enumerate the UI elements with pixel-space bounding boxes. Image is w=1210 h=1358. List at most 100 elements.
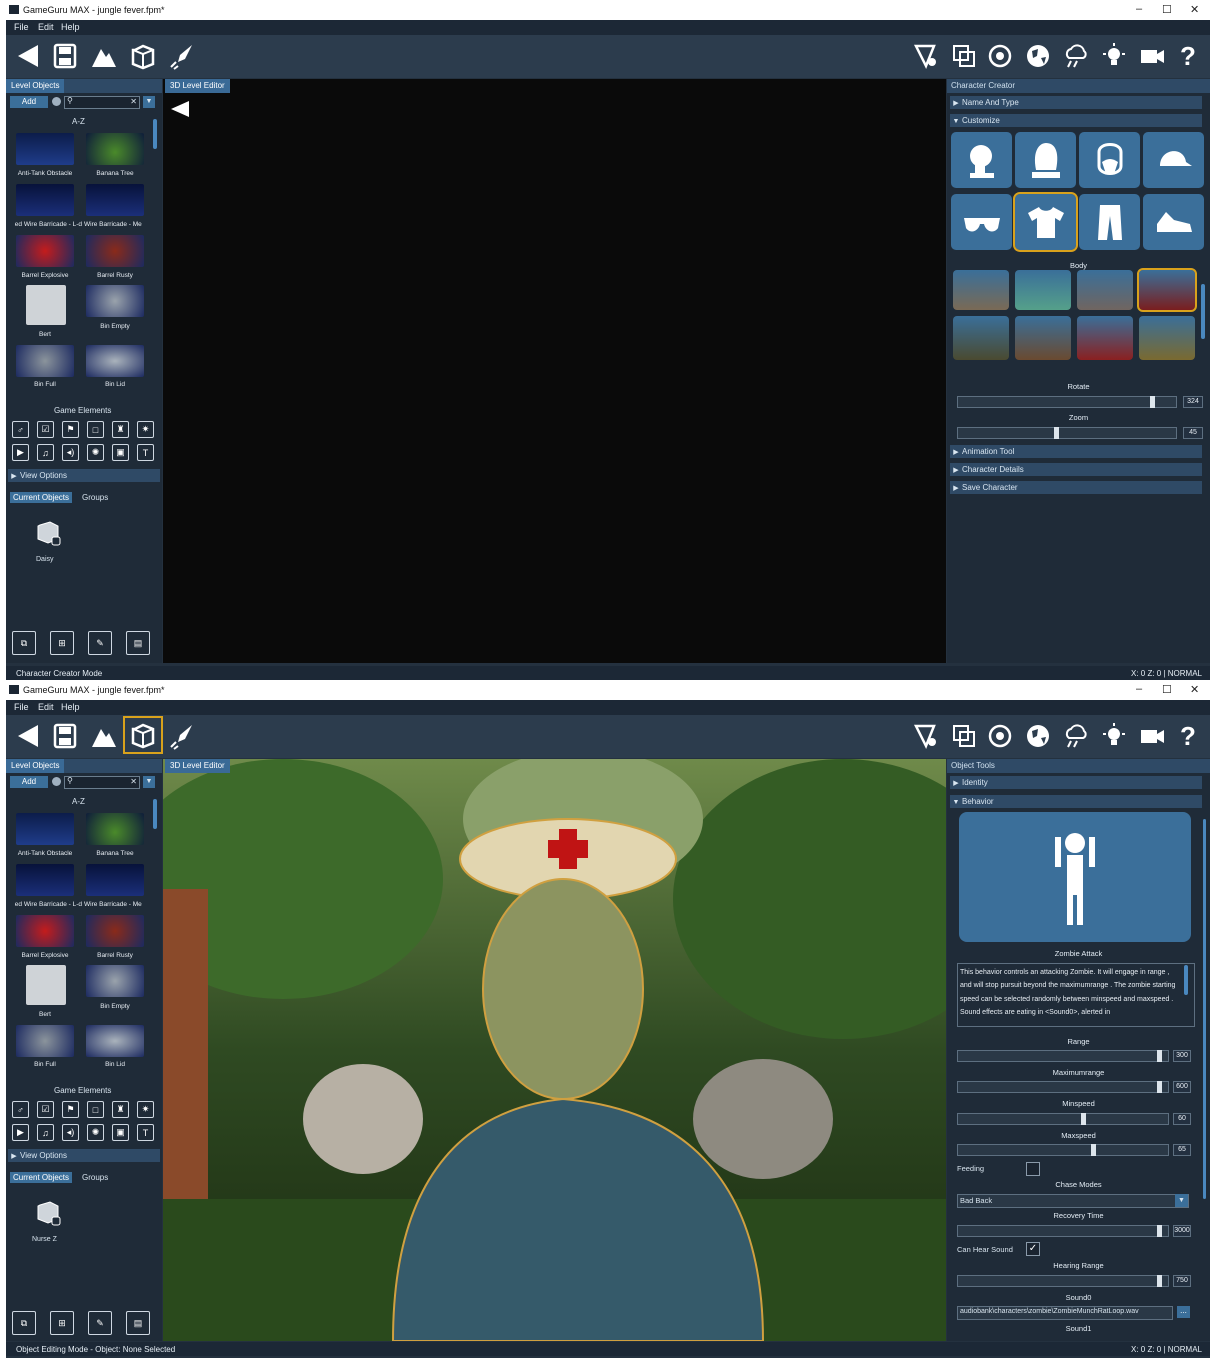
maxspeed-slider[interactable] [957, 1144, 1169, 1156]
search-input[interactable]: ⚲ ✕ [64, 776, 140, 789]
maximize-button[interactable]: ☐ [1162, 683, 1172, 696]
image-element-icon[interactable]: ▣ [112, 444, 129, 461]
current-object-icon[interactable] [34, 1199, 62, 1227]
thumb-bin-lid[interactable] [86, 345, 144, 377]
save-group-icon[interactable]: ▤ [126, 631, 150, 655]
search-input[interactable]: ⚲ ✕ [64, 96, 140, 109]
slider-knob[interactable] [1091, 1144, 1096, 1156]
particle-element-icon[interactable]: ✺ [87, 1124, 104, 1141]
thumb-barrel-rusty[interactable] [86, 235, 144, 267]
dropdown-button[interactable]: ▼ [143, 96, 155, 108]
menu-edit[interactable]: Edit [38, 22, 54, 32]
clothing-option[interactable] [1077, 270, 1133, 310]
range-slider[interactable] [957, 1050, 1169, 1062]
settings-button[interactable] [910, 40, 942, 72]
behavior-section[interactable]: ▼ Behavior [950, 795, 1202, 808]
slider-knob[interactable] [1157, 1275, 1162, 1287]
edit-group-icon[interactable]: ✎ [88, 631, 112, 655]
music-element-icon[interactable]: ♫ [37, 444, 54, 461]
thumb-banana-tree[interactable] [86, 813, 144, 845]
thumb-wire-barricade-m[interactable] [86, 184, 144, 216]
zone-element-icon[interactable]: □ [87, 421, 104, 438]
group-icon[interactable]: ⧉ [12, 631, 36, 655]
clothing-option[interactable] [1015, 316, 1071, 360]
zoom-value[interactable]: 45 [1183, 427, 1203, 439]
menu-help[interactable]: Help [61, 22, 80, 32]
help-button[interactable]: ? [1172, 720, 1204, 752]
thumb-wire-barricade-l[interactable] [16, 864, 74, 896]
filter-icon[interactable] [52, 777, 61, 786]
thumb-anti-tank[interactable] [16, 813, 74, 845]
text-element-icon[interactable]: T [137, 444, 154, 461]
sound0-input[interactable]: audiobank\characters\zombie\ZombieMunchR… [957, 1306, 1173, 1320]
3d-viewport[interactable]: 3D Level Editor [163, 79, 946, 663]
music-element-icon[interactable]: ♫ [37, 1124, 54, 1141]
light-button[interactable] [1098, 40, 1130, 72]
help-button[interactable]: ? [1172, 40, 1204, 72]
tab-groups[interactable]: Groups [82, 493, 108, 502]
test-game-button[interactable] [166, 720, 198, 752]
thumb-bin-full[interactable] [16, 345, 74, 377]
image-element-icon[interactable]: ▣ [112, 1124, 129, 1141]
target-button[interactable] [984, 40, 1016, 72]
current-object-icon[interactable] [34, 519, 62, 547]
character-details-section[interactable]: ▶ Character Details [950, 463, 1202, 476]
settings-button[interactable] [910, 720, 942, 752]
thumb-bin-lid[interactable] [86, 1025, 144, 1057]
rotate-value[interactable]: 324 [1183, 396, 1203, 408]
trophy-element-icon[interactable]: ♜ [112, 421, 129, 438]
camera-button[interactable] [1136, 40, 1168, 72]
minimize-button[interactable]: – [1136, 3, 1142, 15]
clothing-scrollbar[interactable] [1201, 284, 1205, 339]
clothing-option[interactable] [1139, 316, 1195, 360]
checkpoint-element-icon[interactable]: ☑ [37, 1101, 54, 1118]
save-character-section[interactable]: ▶ Save Character [950, 481, 1202, 494]
face-hair-button[interactable] [1079, 132, 1140, 188]
recovery-time-slider[interactable] [957, 1225, 1169, 1237]
save-group-icon[interactable]: ▤ [126, 1311, 150, 1335]
ungroup-icon[interactable]: ⊞ [50, 631, 74, 655]
clothing-option[interactable] [953, 316, 1009, 360]
panel-scrollbar[interactable] [1203, 819, 1206, 1199]
feet-button[interactable] [1143, 194, 1204, 250]
behavior-image[interactable] [959, 812, 1191, 942]
clothing-option-selected[interactable] [1137, 268, 1197, 312]
add-button[interactable]: Add [10, 776, 48, 788]
thumb-bert[interactable] [26, 965, 66, 1005]
thumb-bin-empty[interactable] [86, 965, 144, 997]
light-element-icon[interactable]: ✷ [137, 421, 154, 438]
maxrange-value[interactable]: 600 [1173, 1081, 1191, 1093]
sound0-browse-button[interactable]: ... [1177, 1306, 1190, 1318]
flag-element-icon[interactable]: ⚑ [62, 1101, 79, 1118]
terrain-button[interactable] [88, 720, 120, 752]
can-hear-sound-checkbox[interactable]: ✓ [1026, 1242, 1040, 1256]
text-element-icon[interactable]: T [137, 1124, 154, 1141]
maxrange-slider[interactable] [957, 1081, 1169, 1093]
dropdown-button[interactable]: ▼ [143, 776, 155, 788]
menu-file[interactable]: File [14, 702, 29, 712]
particle-element-icon[interactable]: ✺ [87, 444, 104, 461]
close-button[interactable]: ✕ [1190, 3, 1199, 16]
animation-tool-section[interactable]: ▶ Animation Tool [950, 445, 1202, 458]
camera-button[interactable] [1136, 720, 1168, 752]
tab-groups[interactable]: Groups [82, 1173, 108, 1182]
thumb-banana-tree[interactable] [86, 133, 144, 165]
clear-search-icon[interactable]: ✕ [130, 97, 137, 106]
terrain-button[interactable] [88, 40, 120, 72]
ungroup-icon[interactable]: ⊞ [50, 1311, 74, 1335]
hearing-range-value[interactable]: 750 [1173, 1275, 1191, 1287]
hearing-range-slider[interactable] [957, 1275, 1169, 1287]
thumb-barrel-explosive[interactable] [16, 235, 74, 267]
checkpoint-element-icon[interactable]: ☑ [37, 421, 54, 438]
light-element-icon[interactable]: ✷ [137, 1101, 154, 1118]
minimize-button[interactable]: – [1136, 683, 1142, 695]
thumb-barrel-rusty[interactable] [86, 915, 144, 947]
view-options-section[interactable]: ▶ View Options [8, 469, 160, 482]
objects-scrollbar[interactable] [153, 799, 157, 829]
objects-scrollbar[interactable] [153, 119, 157, 149]
save-button[interactable] [49, 720, 81, 752]
slider-knob[interactable] [1081, 1113, 1086, 1125]
maxspeed-value[interactable]: 65 [1173, 1144, 1191, 1156]
menu-help[interactable]: Help [61, 702, 80, 712]
zone-element-icon[interactable]: □ [87, 1101, 104, 1118]
